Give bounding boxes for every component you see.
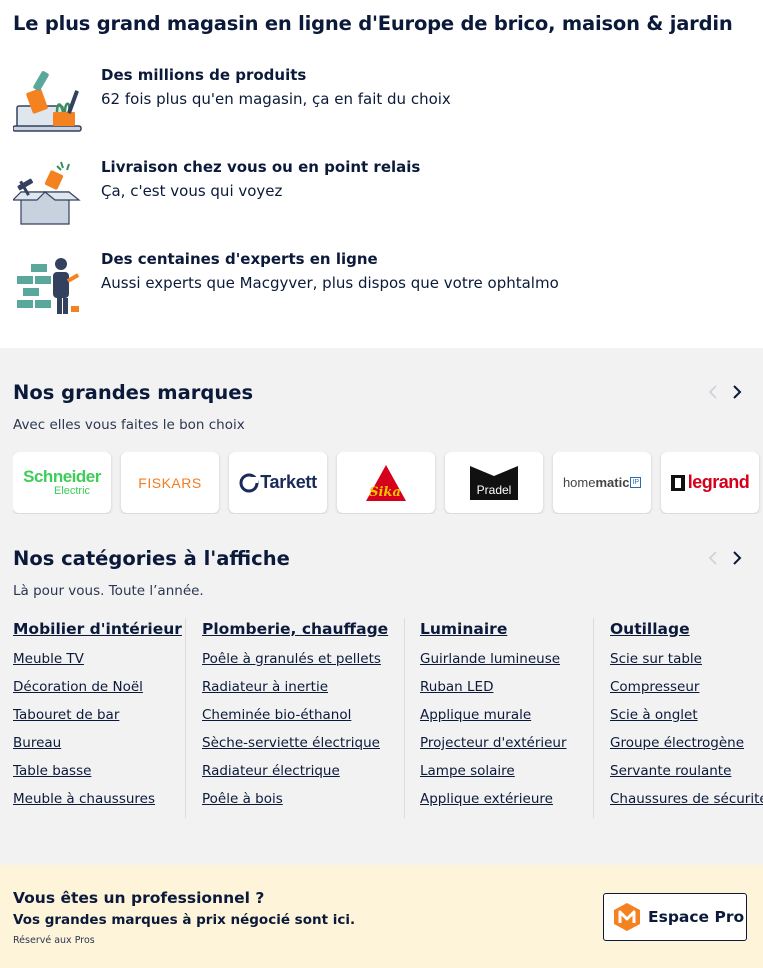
category-column: Mobilier d'intérieur Meuble TV Décoratio…: [13, 618, 185, 818]
brand-name: Schneider: [23, 467, 101, 486]
category-link[interactable]: Meuble à chaussures: [13, 791, 155, 807]
category-link[interactable]: Chaussures de sécurité: [610, 791, 763, 807]
hero-title: Le plus grand magasin en ligne d'Europe …: [13, 12, 733, 35]
feature-title: Des centaines d'experts en ligne: [101, 250, 378, 268]
brand-logo-fiskars[interactable]: FISKARS: [121, 452, 219, 513]
category-link[interactable]: Radiateur à inertie: [202, 679, 328, 695]
pro-banner-note: Réservé aux Pros: [13, 935, 95, 946]
category-link[interactable]: Projecteur d'extérieur: [420, 735, 567, 751]
brand-name: Tarkett: [260, 472, 317, 492]
feature-title: Des millions de produits: [101, 66, 307, 84]
categories-next-arrow-icon[interactable]: [727, 548, 747, 568]
feature-item: Des centaines d'experts en ligne Aussi e…: [13, 250, 753, 320]
tools-laptop-illustration: [13, 71, 82, 132]
pro-banner-title: Vous êtes un professionnel ?: [13, 889, 265, 907]
brand-logo-tarkett[interactable]: Tarkett: [229, 452, 327, 513]
categories-columns: Mobilier d'intérieur Meuble TV Décoratio…: [13, 618, 763, 818]
brand-name: legrand: [687, 472, 750, 492]
brands-prev-arrow-icon[interactable]: [703, 382, 723, 402]
brand-name-suffix: matic: [595, 475, 630, 490]
brand-logo-schneider[interactable]: Schneider Electric: [13, 452, 111, 513]
category-heading-link[interactable]: Outillage: [610, 620, 690, 638]
brand-subname: Electric: [53, 485, 91, 497]
legrand-mark-icon: [670, 474, 685, 491]
feature-item: Livraison chez vous ou en point relais Ç…: [13, 158, 753, 228]
brand-logo-sika[interactable]: Sika: [337, 452, 435, 513]
espace-pro-button[interactable]: Espace Pro: [603, 893, 747, 941]
brand-logo-pradel[interactable]: Pradel: [445, 452, 543, 513]
espace-pro-label: Espace Pro: [648, 908, 745, 926]
pradel-logo-icon: Pradel: [470, 465, 518, 500]
brand-logo-legrand[interactable]: legrand: [661, 452, 759, 513]
expert-wall-illustration: [17, 258, 80, 314]
category-column: Plomberie, chauffage Poêle à granulés et…: [185, 618, 404, 818]
brands-subtitle: Avec elles vous faites le bon choix: [13, 417, 245, 433]
categories-subtitle: Là pour vous. Toute l’année.: [13, 583, 204, 599]
brand-name: FISKARS: [138, 474, 202, 491]
feature-subtitle: 62 fois plus qu'en magasin, ça en fait d…: [101, 90, 451, 108]
category-link[interactable]: Guirlande lumineuse: [420, 651, 560, 667]
category-link[interactable]: Applique extérieure: [420, 791, 553, 807]
categories-prev-arrow-icon[interactable]: [703, 548, 723, 568]
pro-banner: Vous êtes un professionnel ? Vos grandes…: [0, 865, 763, 968]
category-link[interactable]: Lampe solaire: [420, 763, 515, 779]
category-link[interactable]: Table basse: [13, 763, 91, 779]
sika-logo-icon: Sika: [366, 464, 406, 501]
category-link[interactable]: Sèche-serviette électrique: [202, 735, 380, 751]
category-link[interactable]: Meuble TV: [13, 651, 84, 667]
category-link[interactable]: Poêle à granulés et pellets: [202, 651, 381, 667]
category-link[interactable]: Groupe électrogène: [610, 735, 744, 751]
category-link[interactable]: Scie à onglet: [610, 707, 698, 723]
brands-next-arrow-icon[interactable]: [727, 382, 747, 402]
category-heading-link[interactable]: Mobilier d'intérieur: [13, 620, 182, 638]
brand-name: Sika: [369, 485, 401, 500]
category-link[interactable]: Scie sur table: [610, 651, 702, 667]
brand-name-prefix: home: [562, 475, 596, 490]
brand-name: Pradel: [477, 483, 512, 497]
category-link[interactable]: Poêle à bois: [202, 791, 283, 807]
brands-carousel: Schneider Electric FISKARS Tarkett Sika …: [13, 452, 763, 514]
category-link[interactable]: Servante roulante: [610, 763, 731, 779]
brand-logo-homematic[interactable]: home matic IP: [553, 452, 651, 513]
category-column: Outillage Scie sur table Compresseur Sci…: [593, 618, 763, 818]
category-link[interactable]: Cheminée bio-éthanol: [202, 707, 351, 723]
tarkett-mark-icon: [239, 473, 259, 492]
category-link[interactable]: Applique murale: [420, 707, 531, 723]
feature-subtitle: Aussi experts que Macgyver, plus dispos …: [101, 274, 559, 292]
categories-title: Nos catégories à l'affiche: [13, 547, 290, 570]
feature-title: Livraison chez vous ou en point relais: [101, 158, 421, 176]
category-link[interactable]: Décoration de Noël: [13, 679, 143, 695]
category-link[interactable]: Radiateur électrique: [202, 763, 340, 779]
brand-badge: IP: [630, 477, 642, 488]
brands-title: Nos grandes marques: [13, 381, 254, 404]
category-heading-link[interactable]: Luminaire: [420, 620, 507, 638]
category-link[interactable]: Ruban LED: [420, 679, 493, 695]
pro-banner-subtitle: Vos grandes marques à prix négocié sont …: [13, 912, 356, 928]
feature-item: Des millions de produits 62 fois plus qu…: [13, 66, 753, 136]
category-link[interactable]: Bureau: [13, 735, 61, 751]
category-link[interactable]: Tabouret de bar: [13, 707, 119, 723]
category-heading-link[interactable]: Plomberie, chauffage: [202, 620, 388, 638]
category-link[interactable]: Compresseur: [610, 679, 699, 695]
manomano-pro-logo-icon: [614, 903, 640, 931]
category-column: Luminaire Guirlande lumineuse Ruban LED …: [404, 618, 593, 818]
feature-subtitle: Ça, c'est vous qui voyez: [101, 182, 283, 200]
delivery-box-illustration: [13, 161, 81, 225]
value-proposition-section: Le plus grand magasin en ligne d'Europe …: [0, 0, 763, 348]
